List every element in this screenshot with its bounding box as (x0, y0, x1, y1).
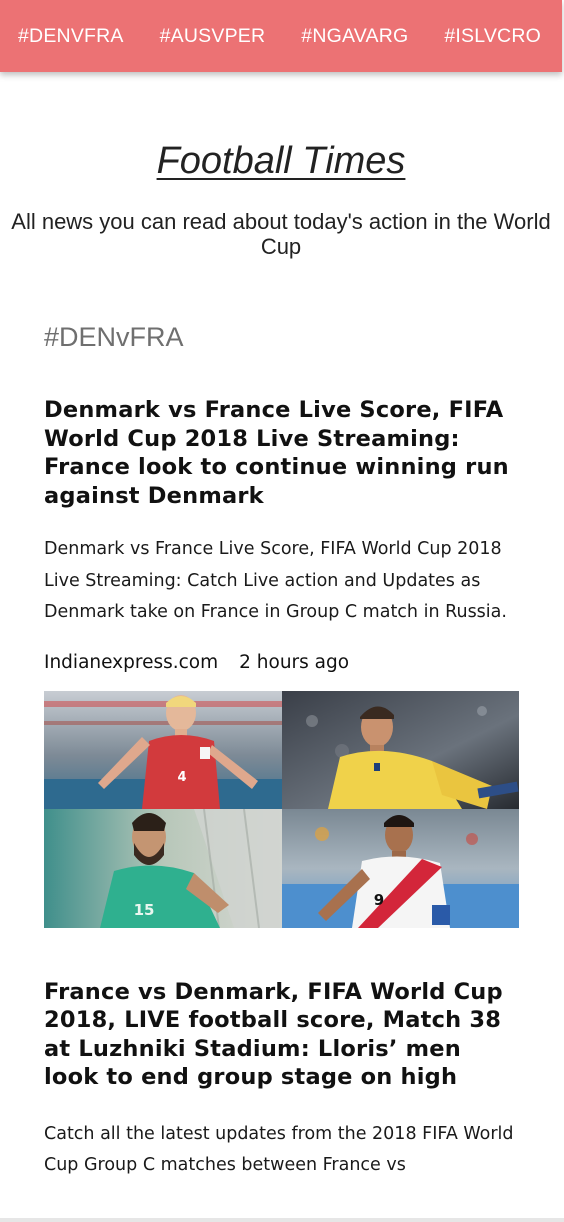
section-heading: #DENvFRA (44, 322, 184, 352)
nav-link-denvfra[interactable]: #DENVFRA (18, 25, 124, 48)
nav-link-ausvper[interactable]: #AUSVPER (160, 25, 266, 48)
news-feed: #DENvFRA Denmark vs France Live Score, F… (44, 322, 520, 1182)
photo-australia-player: 15 (44, 808, 282, 928)
article-source: Indianexpress.com (44, 651, 219, 673)
article-title[interactable]: France vs Denmark, FIFA World Cup 2018, … (44, 978, 520, 1092)
bottom-edge-divider (0, 1218, 564, 1222)
article-card: France vs Denmark, FIFA World Cup 2018, … (44, 978, 520, 1182)
article-description: Denmark vs France Live Score, FIFA World… (44, 539, 507, 622)
nav-link-islvcro[interactable]: #ISLVCRO (444, 25, 541, 48)
article-description: Catch all the latest updates from the 20… (44, 1123, 514, 1176)
article-meta: Indianexpress.com 2 hours ago (44, 652, 520, 673)
site-tagline: All news you can read about today's acti… (11, 209, 551, 259)
article-time: 2 hours ago (239, 651, 350, 673)
player-number-9: 9 (374, 891, 384, 909)
photo-peru-player: 9 (282, 808, 519, 928)
article-image-collage[interactable]: 4 15 9 (44, 690, 519, 928)
player-number-15: 15 (134, 901, 155, 919)
article-title[interactable]: Denmark vs France Live Score, FIFA World… (44, 396, 520, 510)
article-card: Denmark vs France Live Score, FIFA World… (44, 396, 520, 928)
photo-france-goalkeeper (282, 690, 519, 809)
site-title[interactable]: Football Times (157, 140, 406, 183)
player-number-4: 4 (177, 770, 186, 785)
photo-denmark-player: 4 (44, 690, 282, 809)
nav-link-ngavarg[interactable]: #NGAVARG (301, 25, 408, 48)
top-navigation: #DENVFRA #AUSVPER #NGAVARG #ISLVCRO (0, 0, 562, 72)
masthead: Football Times All news you can read abo… (0, 140, 562, 259)
